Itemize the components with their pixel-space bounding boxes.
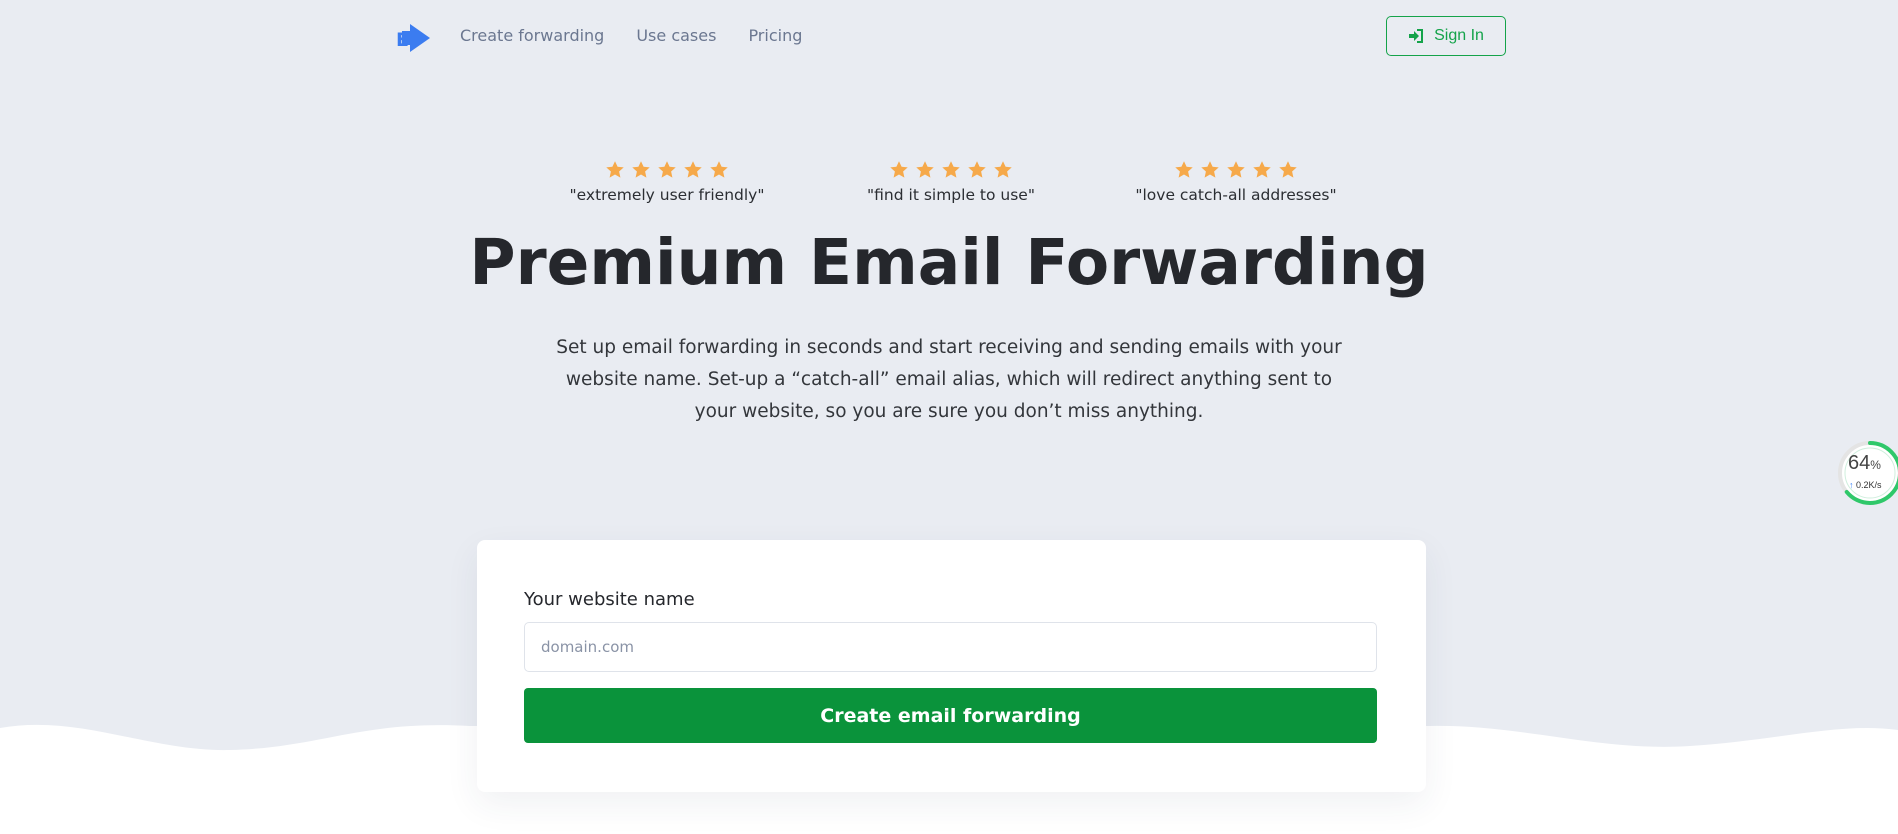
hero-description: Set up email forwarding in seconds and s… xyxy=(556,337,1342,422)
speed-rate-value: 0.2K/s xyxy=(1856,480,1882,490)
star-icon xyxy=(942,161,960,178)
star-icon xyxy=(890,161,908,178)
network-speed-widget[interactable]: 64% ↑ 0.2K/s xyxy=(1837,440,1898,506)
star-icon xyxy=(1201,161,1219,178)
speed-percent-value: 64 xyxy=(1848,452,1871,474)
star-icon xyxy=(968,161,986,178)
speed-percent-unit: % xyxy=(1870,458,1881,472)
svg-text:E: E xyxy=(396,29,409,51)
star-rating xyxy=(811,160,1091,182)
review-quote: "extremely user friendly" xyxy=(569,186,765,204)
nav-link-use-cases[interactable]: Use cases xyxy=(636,26,716,45)
domain-input[interactable] xyxy=(524,622,1377,672)
nav-link-pricing[interactable]: Pricing xyxy=(748,26,802,45)
website-name-label: Your website name xyxy=(524,589,695,610)
page-title: Premium Email Forwarding xyxy=(469,226,1429,299)
sign-in-button[interactable]: Sign In xyxy=(1386,16,1506,56)
forward-arrow-logo-icon[interactable]: E xyxy=(396,20,430,54)
star-icon xyxy=(994,161,1012,178)
star-icon xyxy=(1279,161,1297,178)
speed-rate: ↑ 0.2K/s xyxy=(1849,480,1882,490)
review-item: "love catch-all addresses" xyxy=(1096,160,1376,204)
top-navigation: E Create forwarding Use cases Pricing Si… xyxy=(0,0,1898,74)
sign-in-label: Sign In xyxy=(1434,27,1484,44)
star-icon xyxy=(1175,161,1193,178)
star-icon xyxy=(710,161,728,178)
star-icon xyxy=(658,161,676,178)
forwarding-form-card: Your website name Create email forwardin… xyxy=(477,540,1426,792)
star-icon xyxy=(632,161,650,178)
star-icon xyxy=(684,161,702,178)
review-item: "extremely user friendly" xyxy=(527,160,807,204)
star-icon xyxy=(606,161,624,178)
star-rating xyxy=(1096,160,1376,182)
review-item: "find it simple to use" xyxy=(811,160,1091,204)
review-quote: "find it simple to use" xyxy=(867,186,1035,204)
star-rating xyxy=(527,160,807,182)
sign-in-icon xyxy=(1408,28,1424,44)
star-icon xyxy=(1253,161,1271,178)
review-quote: "love catch-all addresses" xyxy=(1135,186,1337,204)
nav-link-create-forwarding[interactable]: Create forwarding xyxy=(460,26,604,45)
nav-links: Create forwarding Use cases Pricing xyxy=(460,26,802,45)
upload-arrow-icon: ↑ xyxy=(1849,480,1854,490)
star-icon xyxy=(916,161,934,178)
speed-percent: 64% xyxy=(1848,452,1881,475)
create-email-forwarding-button[interactable]: Create email forwarding xyxy=(524,688,1377,743)
star-icon xyxy=(1227,161,1245,178)
